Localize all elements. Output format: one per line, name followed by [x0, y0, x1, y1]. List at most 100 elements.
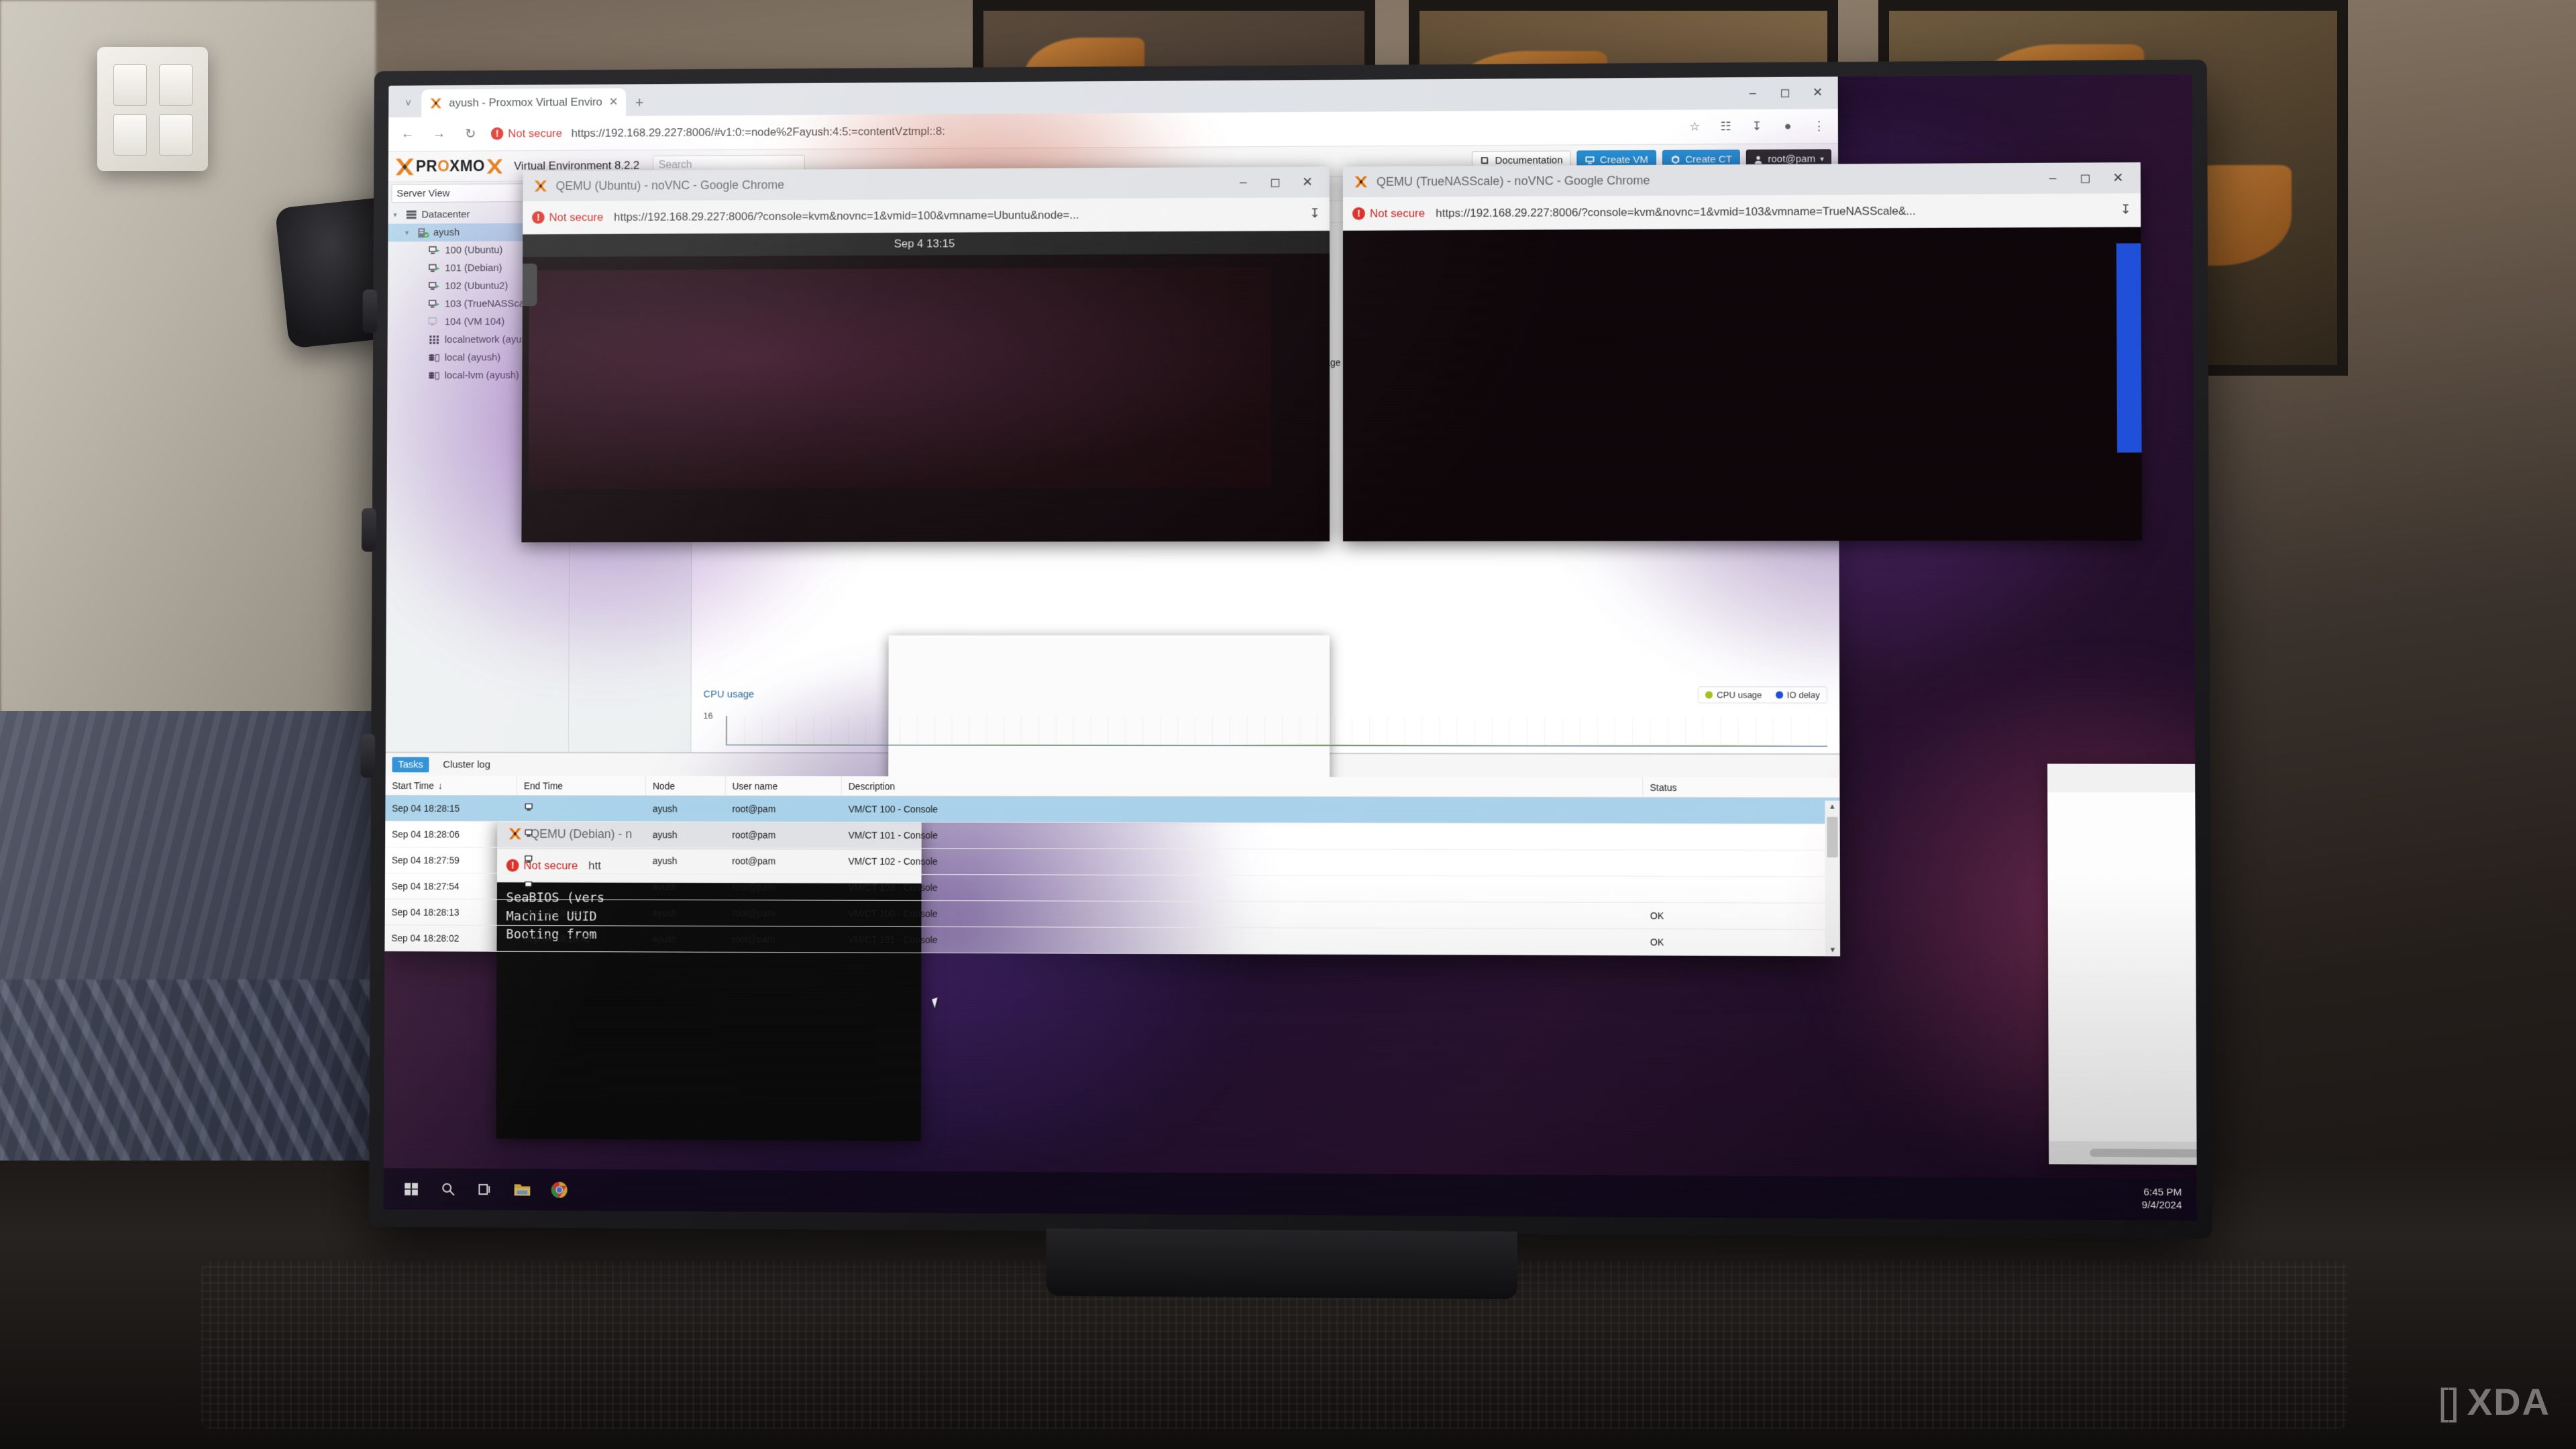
- omnibox[interactable]: ! Not secure https://192.168.29.227:8006…: [1342, 193, 2141, 231]
- tab-close-icon[interactable]: ✕: [609, 95, 619, 109]
- column-start-time[interactable]: Start Time ↓: [385, 775, 518, 796]
- table-row[interactable]: Sep 04 18:27:54 ayush root@pam VM/CT 103 - …: [384, 873, 1840, 904]
- column-end-time[interactable]: End Time: [517, 775, 647, 796]
- windows-start-icon[interactable]: [392, 1168, 429, 1210]
- maximize-button[interactable]: ◻: [2070, 163, 2101, 193]
- tasks-table-header: Start Time ↓ End Time Node User name Des…: [385, 775, 1840, 798]
- window-title-text: QEMU (TrueNASScale) - noVNC - Google Chr…: [1376, 173, 1650, 189]
- column-user-name[interactable]: User name: [725, 775, 842, 796]
- close-button[interactable]: ✕: [1292, 167, 1323, 197]
- scrollbar-thumb[interactable]: [2090, 1148, 2198, 1159]
- window-titlebar[interactable]: QEMU (Ubuntu) - noVNC - Google Chrome – …: [523, 166, 1330, 202]
- proxmox-logo: PROXMO: [395, 156, 504, 176]
- column-status[interactable]: Status: [1643, 777, 1840, 798]
- xda-watermark: [] XDA: [2438, 1383, 2551, 1421]
- address-bar-url[interactable]: https://192.168.29.227:8006/?console=kvm…: [1436, 203, 2109, 220]
- legend-label: IO delay: [1786, 690, 1820, 700]
- task-view-icon[interactable]: [467, 1169, 504, 1210]
- scrollbar-thumb[interactable]: [1827, 816, 1838, 858]
- cell-node: ayush: [652, 933, 678, 945]
- not-secure-icon: !: [490, 127, 504, 140]
- cell-status: [1644, 877, 1840, 903]
- download-icon[interactable]: ↧: [2121, 202, 2131, 217]
- tasks-vertical-scrollbar[interactable]: ▲ ▼: [1825, 800, 1841, 957]
- window-titlebar[interactable]: QEMU (TrueNASScale) - noVNC - Google Chr…: [1342, 162, 2141, 198]
- monitor-side-button-1[interactable]: [362, 289, 378, 333]
- legend-swatch: [1775, 691, 1783, 699]
- scroll-up-arrow-icon[interactable]: ▲: [1829, 801, 1836, 813]
- column-node[interactable]: Node: [646, 775, 726, 796]
- cpu-chart[interactable]: 16: [703, 705, 1827, 753]
- book-icon: [1481, 157, 1489, 164]
- back-button[interactable]: ←: [396, 123, 419, 146]
- new-tab-button[interactable]: +: [626, 89, 652, 116]
- download-icon[interactable]: ↧: [1746, 115, 1768, 137]
- table-row[interactable]: Sep 04 18:28:02 Sep 04 18:28:42 ayush root@…: [384, 925, 1841, 957]
- minimize-button[interactable]: –: [1228, 168, 1258, 197]
- documentation-label: Documentation: [1495, 154, 1563, 167]
- taskbar-clock[interactable]: 6:45 PM 9/4/2024: [2142, 1187, 2188, 1212]
- chart-legend[interactable]: CPU usage IO delay: [1697, 686, 1827, 704]
- tab-tasks[interactable]: Tasks: [392, 756, 429, 772]
- window-qemu-truenas-novnc[interactable]: QEMU (TrueNASScale) - noVNC - Google Chr…: [1342, 162, 2143, 541]
- truenas-accent-strip: [2116, 243, 2142, 453]
- maximize-button[interactable]: ◻: [1260, 168, 1291, 197]
- legend-item-cpu-usage[interactable]: CPU usage: [1699, 687, 1769, 702]
- download-icon[interactable]: ↧: [1309, 206, 1320, 221]
- container-icon: [1671, 155, 1680, 164]
- search-icon[interactable]: [429, 1169, 466, 1210]
- minimize-button[interactable]: –: [2037, 164, 2069, 193]
- datacenter-icon: [405, 209, 418, 221]
- photo-scene: QEMU (Ubuntu) - noVNC - Google Chrome – …: [0, 0, 2576, 1449]
- close-button[interactable]: ✕: [1801, 78, 1834, 106]
- tab-cluster-log[interactable]: Cluster log: [437, 757, 496, 772]
- column-description[interactable]: Description: [841, 776, 1644, 798]
- table-row[interactable]: Sep 04 18:28:15 ayush root@pam VM/CT 100 - …: [385, 795, 1840, 824]
- novnc-canvas[interactable]: [1342, 227, 2143, 541]
- file-explorer-icon[interactable]: [504, 1169, 541, 1210]
- window-titlebar[interactable]: ✕: [2047, 763, 2198, 794]
- chrome-icon[interactable]: [541, 1169, 578, 1211]
- sort-arrow-icon: ↓: [437, 780, 443, 791]
- window-qemu-ubuntu-novnc[interactable]: QEMU (Ubuntu) - noVNC - Google Chrome – …: [521, 166, 1330, 543]
- address-bar-url[interactable]: https://192.168.29.227:8006/?console=kvm…: [614, 207, 1299, 224]
- cell-user-name: root@pam: [732, 881, 775, 893]
- table-row[interactable]: Sep 04 18:27:59 ayush root@pam VM/CT 102 - …: [384, 847, 1840, 877]
- proxmox-wordmark: PROXMO: [415, 157, 486, 175]
- not-secure-label: Not secure: [508, 126, 562, 140]
- not-secure-icon: !: [1352, 207, 1365, 220]
- proxmox-x-icon-trailing: [486, 158, 503, 174]
- not-secure-indicator[interactable]: ! Not secure: [532, 211, 603, 224]
- window-background-right[interactable]: ✕ ↧: [2047, 763, 2198, 1167]
- reload-button[interactable]: ↻: [460, 123, 482, 146]
- horizontal-scrollbar[interactable]: [2049, 1140, 2198, 1167]
- monitor-side-button-3[interactable]: [360, 733, 376, 778]
- cell-end-time: Sep 04 18:28:42: [517, 926, 645, 951]
- profile-avatar-icon[interactable]: ●: [1777, 115, 1799, 137]
- table-row[interactable]: Sep 04 18:28:06 ayush root@pam VM/CT 101 - …: [385, 821, 1840, 851]
- tab-search-chevron-icon[interactable]: ˅: [395, 91, 421, 117]
- bookmark-star-icon[interactable]: ☆: [1684, 116, 1705, 138]
- legend-item-io-delay[interactable]: IO delay: [1768, 687, 1826, 702]
- novnc-canvas[interactable]: Sep 4 13:15: [521, 230, 1330, 543]
- minimize-button[interactable]: –: [1736, 78, 1768, 107]
- legend-swatch: [1705, 691, 1713, 699]
- maximize-button[interactable]: ◻: [1769, 78, 1801, 107]
- extensions-icon[interactable]: ☷: [1715, 116, 1736, 138]
- close-button[interactable]: ✕: [2102, 163, 2134, 193]
- server-view-label: Server View: [396, 187, 450, 199]
- forward-button[interactable]: →: [428, 123, 450, 146]
- table-row[interactable]: Sep 04 18:28:13 Sep 04 18:28:47 ayush root@…: [384, 899, 1841, 930]
- cell-start-time: Sep 04 18:28:15: [392, 802, 460, 814]
- tab-title: ayush - Proxmox Virtual Enviro: [449, 95, 602, 109]
- cell-description: VM/CT 101 - Console: [848, 934, 938, 945]
- cell-start-time: Sep 04 18:28:13: [391, 906, 460, 918]
- not-secure-indicator[interactable]: ! Not secure: [1352, 207, 1425, 220]
- monitor-side-button-2[interactable]: [361, 508, 376, 552]
- omnibox[interactable]: ! Not secure https://192.168.29.227:8006…: [523, 197, 1330, 235]
- scroll-down-arrow-icon[interactable]: ▼: [1829, 944, 1836, 956]
- novnc-side-handle[interactable]: [522, 263, 537, 307]
- not-secure-indicator[interactable]: ! Not secure: [490, 126, 562, 140]
- expand-chevron-icon[interactable]: ▾: [393, 211, 401, 219]
- browser-tab-proxmox[interactable]: ayush - Proxmox Virtual Enviro ✕: [421, 88, 627, 117]
